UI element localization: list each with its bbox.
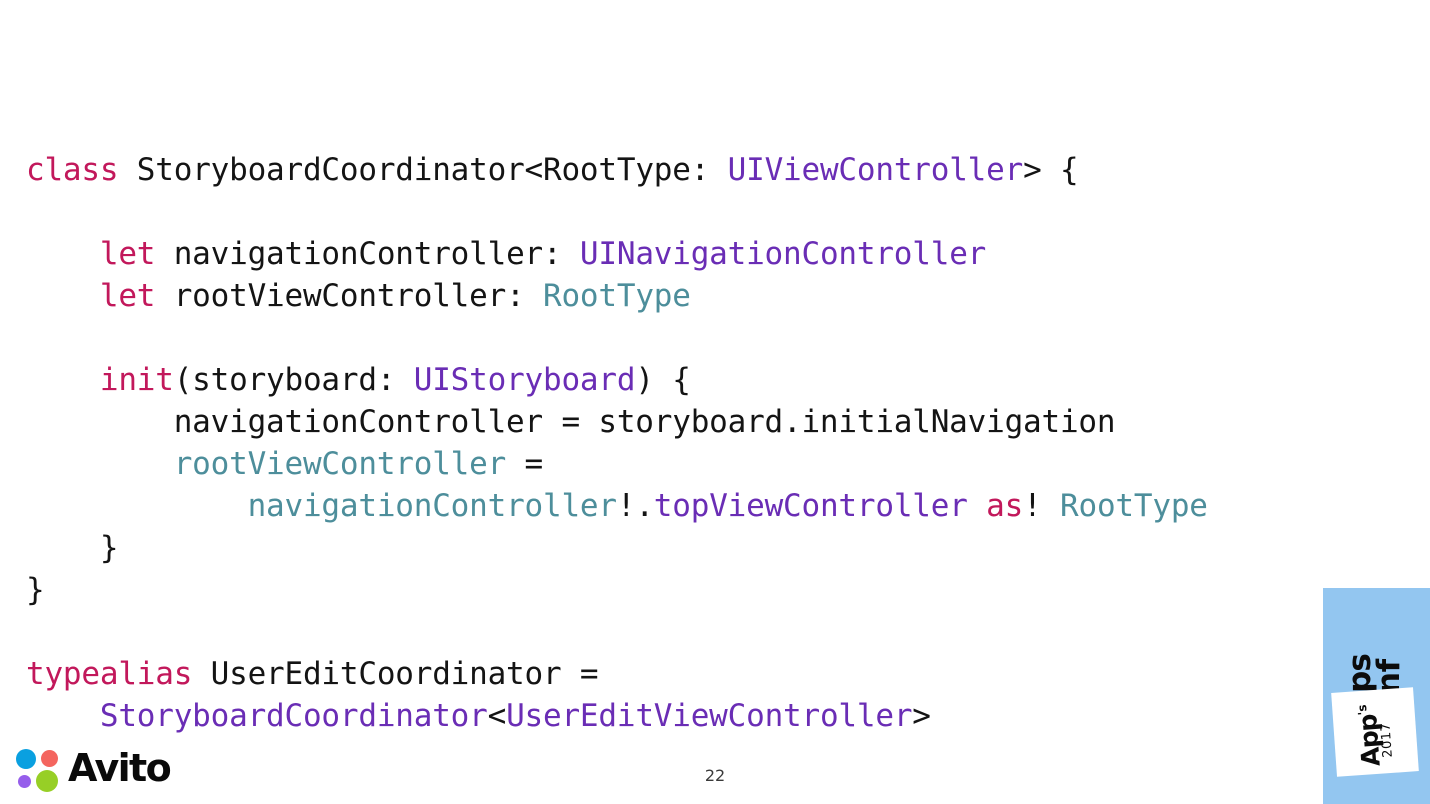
code-token-property: navigationController [247,488,617,524]
code-token-type: UINavigationController [579,236,987,272]
code-token-keyword: let [26,278,174,314]
code-token-keyword: class [26,152,137,188]
code-token-plain: (storyboard: [173,362,414,398]
code-token-type: topViewController [653,488,968,524]
appsconf-badge-superscript: 's [1355,703,1370,716]
code-line: } [26,527,1406,569]
red-dot [41,750,58,767]
code-line: rootViewController = [26,443,1406,485]
code-token-plain: } [26,572,45,608]
code-line: } [26,569,1406,611]
code-token-type: StoryboardCoordinator [99,698,488,734]
code-token-property: RootType [1060,488,1208,524]
slide-canvas: class StoryboardCoordinator<RootType: UI… [0,0,1430,804]
code-line: typealias UserEditCoordinator = [26,653,1406,695]
code-line: StoryboardCoordinator<UserEditViewContro… [26,695,1406,737]
code-token-plain: ! [1023,488,1061,524]
code-token-type: UIStoryboard [413,362,636,398]
code-token-property: RootType [543,278,691,314]
code-token-plain: = [506,446,544,482]
code-token-plain: StoryboardCoordinator<RootType: [136,152,728,188]
code-token-plain: ) { [635,362,691,398]
code-token-plain: > [912,698,931,734]
code-line: let navigationController: UINavigationCo… [26,233,1406,275]
appsconf-logo: Apps Conf App's 2017 [1323,588,1430,804]
code-line: let rootViewController: RootType [26,275,1406,317]
code-block: class StoryboardCoordinator<RootType: UI… [26,149,1406,737]
code-token-keyword: typealias [26,656,211,692]
code-token-keyword: let [26,236,174,272]
code-token-plain: !. [616,488,654,524]
code-token-property: rootViewController [173,446,507,482]
code-token-type: UserEditViewController [506,698,913,734]
code-token-plain: < [487,698,507,734]
code-line: class StoryboardCoordinator<RootType: UI… [26,149,1406,191]
code-line: navigationController!.topViewController … [26,485,1406,527]
code-token-plain: UserEditCoordinator = [210,656,599,692]
appsconf-badge-inner: App's 2017 [1331,687,1419,777]
code-line: init(storyboard: UIStoryboard) { [26,359,1406,401]
code-token-plain: } [26,530,119,566]
code-token-type: UIViewController [727,152,1024,188]
code-token-keyword: init [26,362,174,398]
appsconf-badge-wordmark: App's [1346,692,1386,768]
page-number: 22 [704,766,726,785]
code-token-plain: navigationController = storyboard.initia… [26,404,1116,440]
appsconf-badge-year: 2017 [1378,722,1396,759]
appsconf-badge: App's 2017 [1331,687,1419,777]
code-line: navigationController = storyboard.initia… [26,401,1406,443]
code-token-plain: rootViewController: [173,278,543,314]
code-token-plain: navigationController: [173,236,580,272]
code-token-plain: > { [1023,152,1079,188]
code-token-keyword: as [986,488,1024,524]
